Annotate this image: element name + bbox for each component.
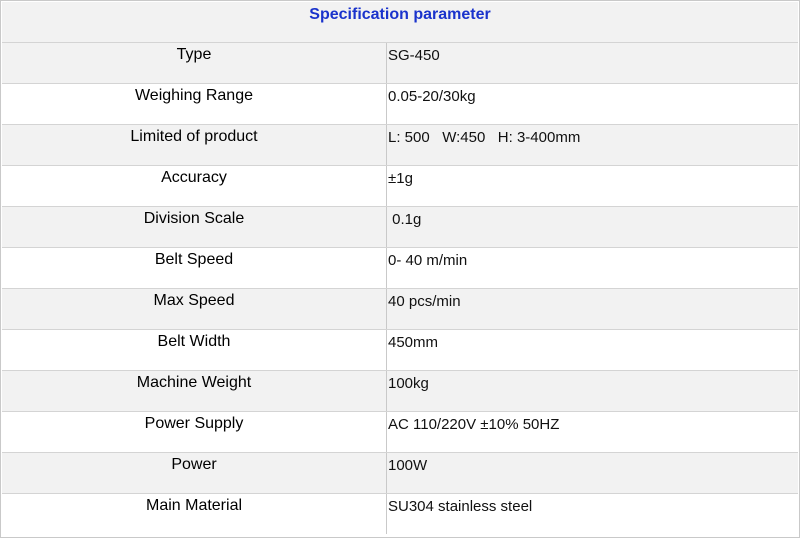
spec-value-text: 100W (388, 457, 428, 474)
spec-label: Type (2, 43, 387, 83)
spec-value: 100W (388, 453, 427, 493)
spec-label: Accuracy (2, 166, 387, 206)
table-row: Power 100W (2, 453, 798, 494)
spec-value-text: 40 pcs/min (388, 293, 461, 310)
spec-label: Belt Width (2, 330, 387, 370)
spec-value-text: SG-450 (388, 47, 440, 64)
spec-value: 450mm (388, 330, 438, 370)
spec-label-text: Division Scale (143, 210, 245, 227)
spec-label-text: Power Supply (144, 415, 244, 432)
spec-value: 40 pcs/min (388, 289, 461, 329)
spec-label: Machine Weight (2, 371, 387, 411)
spec-value-text: 0- 40 m/min (388, 252, 468, 269)
table-title: Specification parameter (309, 6, 491, 23)
spec-label: Power (2, 453, 387, 493)
table-row: Division Scale 0.1g (2, 207, 798, 248)
table-row: Accuracy ±1g (2, 166, 798, 207)
table-row: Belt Speed 0- 40 m/min (2, 248, 798, 289)
spec-label-text: Power (171, 456, 217, 473)
table-row: Max Speed 40 pcs/min (2, 289, 798, 330)
table-row: Type SG-450 (2, 43, 798, 84)
table-row: Belt Width 450mm (2, 330, 798, 371)
spec-label-text: Accuracy (161, 169, 227, 186)
spec-table: Specification parameter Type SG-450 Weig… (0, 0, 800, 538)
spec-value: 0.05-20/30kg (388, 84, 476, 124)
spec-value: 0.1g (388, 207, 421, 247)
spec-label: Limited of product (2, 125, 387, 165)
spec-label-text: Main Material (145, 497, 243, 514)
spec-label-text: Weighing Range (134, 87, 253, 104)
spec-label: Belt Speed (2, 248, 387, 288)
spec-value-text: 0.1g (388, 211, 422, 228)
spec-label: Main Material (2, 494, 387, 534)
spec-value-text: 450mm (388, 334, 439, 351)
spec-value-text: 0.05-20/30kg (388, 88, 476, 105)
spec-value-text: L: 500 W:450 H: 3-400mm (388, 129, 581, 146)
spec-value: SG-450 (388, 43, 440, 83)
spec-value-text: 100kg (388, 375, 429, 392)
spec-label-text: Max Speed (153, 292, 235, 309)
table-row: Limited of product L: 500 W:450 H: 3-400… (2, 125, 798, 166)
spec-label-text: Belt Speed (154, 251, 234, 268)
spec-label: Weighing Range (2, 84, 387, 124)
spec-value-text: SU304 stainless steel (388, 498, 533, 515)
table-row: Main Material SU304 stainless steel (2, 494, 798, 534)
spec-label-text: Belt Width (157, 333, 231, 350)
table-row: Weighing Range 0.05-20/30kg (2, 84, 798, 125)
spec-value: ±1g (388, 166, 413, 206)
spec-label-text: Limited of product (130, 128, 258, 145)
spec-value: AC 110/220V ±10% 50HZ (388, 412, 559, 452)
spec-value: SU304 stainless steel (388, 494, 532, 534)
spec-value: L: 500 W:450 H: 3-400mm (388, 125, 580, 165)
table-row: Machine Weight 100kg (2, 371, 798, 412)
spec-label: Power Supply (2, 412, 387, 452)
spec-label: Max Speed (2, 289, 387, 329)
spec-label: Division Scale (2, 207, 387, 247)
spec-value: 100kg (388, 371, 429, 411)
spec-value: 0- 40 m/min (388, 248, 467, 288)
table-body: Type SG-450 Weighing Range 0.05-20/30kg … (2, 43, 798, 534)
spec-value-text: AC 110/220V ±10% 50HZ (388, 416, 560, 433)
spec-value-text: ±1g (388, 170, 413, 187)
table-header: Specification parameter (2, 2, 798, 43)
table-row: Power Supply AC 110/220V ±10% 50HZ (2, 412, 798, 453)
spec-label-text: Machine Weight (136, 374, 252, 391)
spec-label-text: Type (176, 46, 212, 63)
